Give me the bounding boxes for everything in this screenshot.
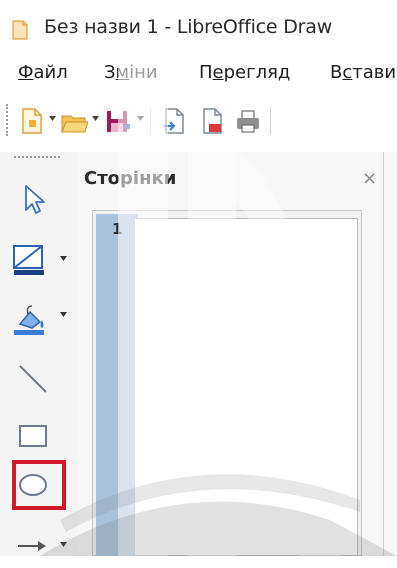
save-icon[interactable] <box>104 106 132 136</box>
close-icon[interactable]: × <box>362 168 377 189</box>
drawing-toolbar <box>0 152 79 556</box>
new-icon[interactable] <box>18 106 46 136</box>
print-icon[interactable] <box>234 106 262 136</box>
rectangle-icon[interactable] <box>10 414 56 456</box>
toolbar-grip[interactable] <box>14 156 60 161</box>
line-color-icon[interactable] <box>10 238 56 280</box>
page-number: 1 <box>112 220 123 238</box>
export-icon[interactable] <box>160 106 188 136</box>
chevron-down-icon[interactable] <box>60 256 67 261</box>
chevron-down-icon[interactable] <box>60 312 67 317</box>
export-pdf-icon[interactable] <box>198 106 226 136</box>
page-preview[interactable] <box>134 218 358 556</box>
chevron-down-icon[interactable] <box>60 542 67 547</box>
menu-bar: Файл Зміни Перегляд Встави <box>0 58 397 90</box>
menu-edit[interactable]: Зміни <box>104 62 158 83</box>
open-icon[interactable] <box>60 106 88 136</box>
panel-divider[interactable] <box>383 152 384 556</box>
toolbar-separator <box>150 108 151 134</box>
select-icon[interactable] <box>10 178 56 220</box>
toolbar-separator <box>270 108 271 134</box>
menu-insert[interactable]: Встави <box>330 62 396 83</box>
ellipse-tool-highlight <box>12 460 66 510</box>
chevron-down-icon[interactable] <box>92 116 99 121</box>
chevron-down-icon[interactable] <box>49 116 56 121</box>
libreoffice-draw-icon <box>12 20 28 40</box>
arrow-icon[interactable] <box>10 526 56 568</box>
standard-toolbar <box>0 94 397 152</box>
chevron-down-icon[interactable] <box>137 116 144 121</box>
menu-file[interactable]: Файл <box>18 62 68 83</box>
fill-color-icon[interactable] <box>10 298 56 340</box>
toolbar-grip[interactable] <box>6 104 12 136</box>
window-title: Без назви 1 - LibreOffice Draw <box>44 16 333 38</box>
panel-title: Сторінки <box>84 168 177 189</box>
line-icon[interactable] <box>10 358 56 400</box>
menu-view[interactable]: Перегляд <box>199 62 290 83</box>
page-selection-bar <box>96 214 138 556</box>
pages-panel: Сторінки × 1 <box>78 152 397 556</box>
title-bar: Без назви 1 - LibreOffice Draw <box>0 0 397 58</box>
